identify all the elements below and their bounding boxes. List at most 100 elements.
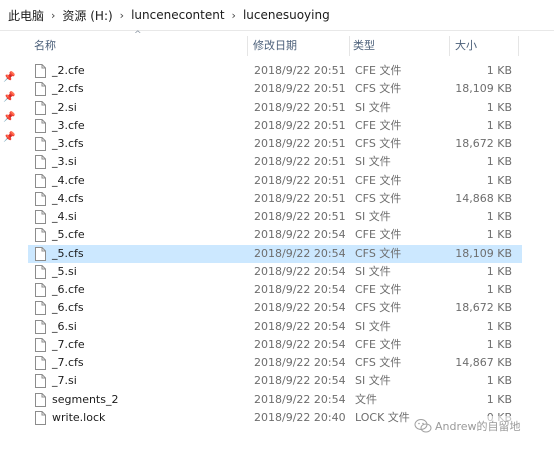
file-name: _6.si	[52, 319, 77, 333]
breadcrumb-separator[interactable]: ›	[232, 9, 236, 22]
file-row[interactable]: _7.cfe 2018/9/22 20:54 CFE 文件 1 KB	[28, 336, 522, 354]
file-icon	[35, 191, 46, 206]
file-size: 18,672 KB	[455, 301, 512, 315]
file-icon	[35, 356, 46, 370]
pin-icon[interactable]: 📌	[3, 72, 15, 84]
file-row[interactable]: _6.si 2018/9/22 20:54 SI 文件 1 KB	[28, 318, 522, 336]
file-icon	[35, 337, 46, 352]
column-divider[interactable]	[247, 36, 248, 56]
file-name: _6.cfs	[52, 301, 84, 315]
column-divider[interactable]	[518, 36, 519, 56]
file-icon	[35, 246, 46, 261]
breadcrumb: 此电脑 › 资源 (H:) › luncenecontent › lucenes…	[0, 0, 554, 31]
file-date: 2018/9/22 20:51	[254, 100, 346, 114]
file-type: SI 文件	[355, 210, 391, 223]
file-row[interactable]: _6.cfs 2018/9/22 20:54 CFS 文件 18,672 KB	[28, 299, 522, 317]
file-name: segments_2	[52, 392, 119, 406]
file-icon	[35, 64, 46, 78]
column-header-name[interactable]: 名称	[34, 32, 244, 60]
file-size: 1 KB	[486, 173, 512, 187]
file-icon	[35, 374, 46, 389]
file-row[interactable]: _3.si 2018/9/22 20:51 SI 文件 1 KB	[28, 153, 522, 171]
file-name: _7.cfe	[52, 337, 85, 351]
pin-icon[interactable]: 📌	[3, 112, 15, 124]
file-row[interactable]: _7.cfs 2018/9/22 20:54 CFS 文件 14,867 KB	[28, 354, 522, 372]
file-type: SI 文件	[355, 100, 391, 114]
file-row[interactable]: _3.cfs 2018/9/22 20:51 CFS 文件 18,672 KB	[28, 135, 522, 153]
file-row[interactable]: _4.cfe 2018/9/22 20:51 CFE 文件 1 KB	[28, 172, 522, 190]
file-icon	[35, 118, 46, 133]
breadcrumb-item-this-pc[interactable]: 此电脑	[8, 7, 44, 24]
column-divider[interactable]	[449, 36, 450, 56]
breadcrumb-item-current-folder[interactable]: lucenesuoying	[243, 8, 330, 22]
file-icon	[35, 100, 46, 115]
vertical-scrollbar[interactable]	[543, 32, 554, 451]
file-date: 2018/9/22 20:51	[254, 118, 346, 132]
file-type: CFS 文件	[355, 137, 402, 150]
file-name: write.lock	[52, 410, 106, 424]
file-name: _4.si	[52, 210, 77, 223]
file-row[interactable]: _4.cfs 2018/9/22 20:51 CFS 文件 14,868 KB	[28, 190, 522, 208]
file-row[interactable]: _5.cfe 2018/9/22 20:54 CFE 文件 1 KB	[28, 226, 522, 244]
file-row-selected[interactable]: _5.cfs 2018/9/22 20:54 CFS 文件 18,109 KB	[28, 244, 522, 263]
breadcrumb-separator[interactable]: ›	[120, 9, 124, 22]
file-row[interactable]: _7.si 2018/9/22 20:54 SI 文件 1 KB	[28, 372, 522, 390]
file-row[interactable]: _2.si 2018/9/22 20:51 SI 文件 1 KB	[28, 99, 522, 117]
file-name: _7.cfs	[52, 356, 84, 369]
column-header-size[interactable]: 大小	[455, 32, 515, 60]
file-type: SI 文件	[355, 264, 391, 278]
file-icon	[35, 392, 46, 407]
file-date: 2018/9/22 20:54	[254, 264, 346, 278]
file-icon	[35, 264, 46, 279]
file-date: 2018/9/22 20:40	[254, 410, 346, 424]
file-size: 18,109 KB	[455, 246, 512, 260]
file-size: 1 KB	[486, 100, 512, 114]
file-row[interactable]: _5.si 2018/9/22 20:54 SI 文件 1 KB	[28, 263, 522, 281]
file-size: 1 KB	[486, 374, 512, 388]
file-size: 1 KB	[486, 337, 512, 351]
pin-icon[interactable]: 📌	[3, 132, 15, 144]
pin-icon[interactable]: 📌	[3, 92, 15, 104]
breadcrumb-item-folder[interactable]: luncenecontent	[131, 8, 224, 22]
file-name: _4.cfs	[52, 191, 84, 205]
file-type: CFS 文件	[355, 301, 402, 315]
column-divider[interactable]	[349, 36, 350, 56]
file-name: _5.si	[52, 264, 77, 278]
breadcrumb-item-drive[interactable]: 资源 (H:)	[62, 7, 112, 24]
file-type: SI 文件	[355, 155, 391, 169]
file-size: 1 KB	[486, 64, 512, 77]
file-row[interactable]: _3.cfe 2018/9/22 20:51 CFE 文件 1 KB	[28, 117, 522, 135]
navigation-pane: 📌 📌 📌 📌	[0, 32, 18, 451]
file-name: _2.cfs	[52, 82, 84, 96]
column-header-row: ^ 名称 修改日期 类型 大小	[28, 30, 522, 60]
file-row[interactable]: _2.cfs 2018/9/22 20:51 CFS 文件 18,109 KB	[28, 80, 522, 98]
file-row[interactable]: segments_2 2018/9/22 20:54 文件 1 KB	[28, 391, 522, 409]
file-size: 1 KB	[486, 392, 512, 406]
file-name: _7.si	[52, 374, 77, 388]
file-icon	[35, 155, 46, 170]
file-type: CFS 文件	[355, 191, 402, 205]
watermark-text: Andrew的自留地	[435, 420, 521, 433]
file-row[interactable]: _6.cfe 2018/9/22 20:54 CFE 文件 1 KB	[28, 281, 522, 299]
file-date: 2018/9/22 20:54	[254, 283, 346, 296]
file-row[interactable]: _4.si 2018/9/22 20:51 SI 文件 1 KB	[28, 208, 522, 226]
file-type: CFS 文件	[355, 82, 402, 96]
column-header-date[interactable]: 修改日期	[253, 32, 348, 60]
column-header-type[interactable]: 类型	[353, 32, 428, 60]
file-type: CFS 文件	[355, 246, 402, 260]
file-type: CFE 文件	[355, 283, 402, 296]
file-date: 2018/9/22 20:51	[254, 64, 346, 77]
file-type: CFE 文件	[355, 64, 402, 77]
file-size: 18,109 KB	[455, 82, 512, 96]
file-date: 2018/9/22 20:51	[254, 210, 346, 223]
file-row[interactable]: _2.cfe 2018/9/22 20:51 CFE 文件 1 KB	[28, 62, 522, 80]
breadcrumb-separator[interactable]: ›	[51, 9, 55, 22]
file-name: _4.cfe	[52, 173, 85, 187]
file-icon	[35, 137, 46, 151]
file-name: _2.si	[52, 100, 77, 114]
file-size: 1 KB	[486, 228, 512, 242]
file-date: 2018/9/22 20:51	[254, 137, 346, 150]
wechat-icon	[414, 418, 432, 434]
file-size: 18,672 KB	[455, 137, 512, 150]
file-date: 2018/9/22 20:54	[254, 392, 346, 406]
